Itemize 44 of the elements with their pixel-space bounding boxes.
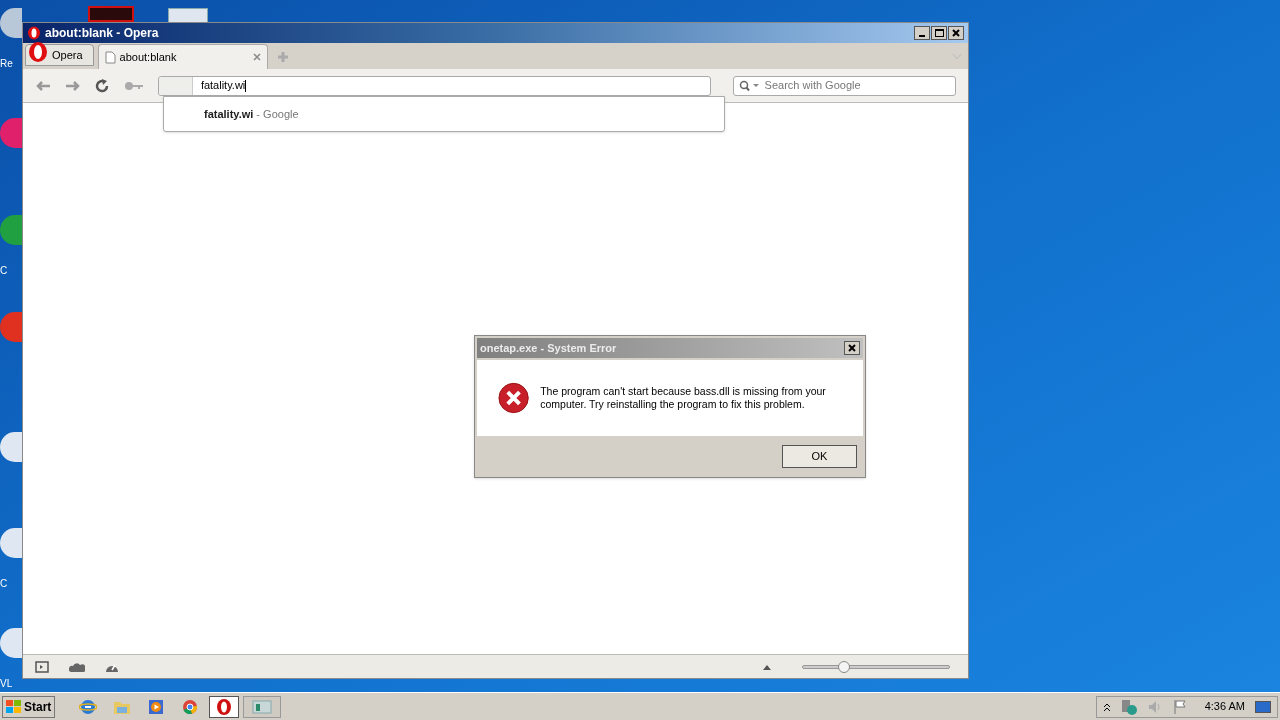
show-desktop-button[interactable] [1255,700,1271,713]
chevron-up-icon[interactable] [1102,701,1111,712]
taskbar-button[interactable] [209,695,240,718]
close-icon [952,29,960,37]
chrome-icon [182,698,199,715]
search-placeholder: Search with Google [764,78,861,94]
flag-icon[interactable] [1172,698,1187,715]
address-text: fatality.wi [200,78,246,94]
close-tab-icon[interactable] [252,53,261,61]
opera-menu-button[interactable]: Opera [25,44,94,66]
close-button[interactable] [844,341,860,355]
panel-toggle-icon[interactable] [35,660,49,673]
desktop-icon[interactable] [0,432,22,462]
network-icon[interactable] [1120,698,1137,715]
reload-icon[interactable] [94,77,111,94]
clock[interactable]: 4:36 AM [1204,698,1245,715]
close-button[interactable] [948,26,964,40]
ok-button[interactable]: OK [782,445,857,468]
start-button[interactable]: Start [2,695,56,718]
media-player-icon [148,698,165,715]
slider-thumb[interactable] [837,660,850,673]
maximize-button[interactable] [931,26,947,40]
tab[interactable]: about:blank [97,44,268,69]
search-icon [738,79,759,92]
tab-title: about:blank [119,49,177,65]
dialog-title: onetap.exe - System Error [480,340,617,356]
close-icon [848,344,856,352]
opera-logo-icon [216,697,233,716]
back-icon[interactable] [35,79,51,92]
windows-logo-icon [6,699,22,714]
globe-e-icon [79,697,98,716]
forward-icon[interactable] [64,79,81,92]
cloud-icon[interactable] [69,661,85,672]
window-title: about:blank - Opera [45,25,159,42]
search-field[interactable]: Search with Google [732,75,956,96]
error-message: The program can't start because bass.dll is missing from your computer. Try reinstalling the program to fix this problem. [540,385,827,411]
address-field[interactable]: fatality.wi [157,75,711,96]
minimize-button[interactable] [914,26,930,40]
page-icon [104,50,116,64]
suggestion-item[interactable]: fatality.wi - Google [164,97,724,131]
error-icon [497,381,531,415]
app-icon[interactable] [88,6,134,22]
window-icon [252,699,273,714]
key-icon[interactable] [124,79,144,92]
